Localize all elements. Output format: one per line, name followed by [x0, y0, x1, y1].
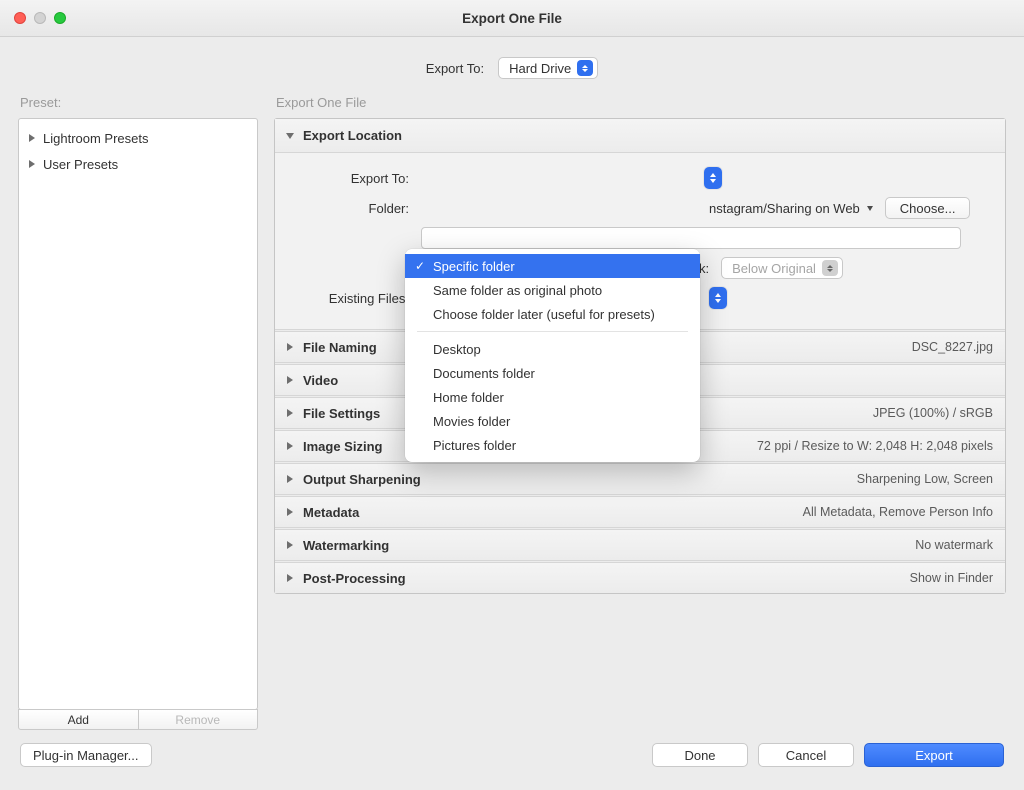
section-post-processing[interactable]: Post-Processing Show in Finder — [275, 560, 1005, 593]
dropdown-separator — [417, 331, 688, 332]
section-title: File Naming — [303, 340, 377, 355]
chevron-right-icon — [287, 409, 293, 417]
zoom-window-icon[interactable] — [54, 12, 66, 24]
section-summary: 72 ppi / Resize to W: 2,048 H: 2,048 pix… — [757, 439, 993, 453]
preset-group-label: Lightroom Presets — [43, 131, 149, 146]
dialog-footer: Plug-in Manager... Done Cancel Export — [0, 730, 1024, 790]
chevron-right-icon — [287, 442, 293, 450]
section-export-location-header[interactable]: Export Location — [275, 119, 1005, 152]
section-summary: No watermark — [915, 538, 993, 552]
section-watermarking[interactable]: Watermarking No watermark — [275, 527, 1005, 560]
section-title: Image Sizing — [303, 439, 382, 454]
preset-group-label: User Presets — [43, 157, 118, 172]
done-button[interactable]: Done — [652, 743, 748, 767]
dropdown-item-same-folder[interactable]: Same folder as original photo — [405, 278, 700, 302]
export-dialog: Export One File Export To: Hard Drive Pr… — [0, 0, 1024, 790]
dropdown-item-home[interactable]: Home folder — [405, 385, 700, 409]
chevron-right-icon — [287, 574, 293, 582]
dropdown-item-documents[interactable]: Documents folder — [405, 361, 700, 385]
export-to-dropdown-menu[interactable]: Specific folder Same folder as original … — [405, 249, 700, 462]
chevron-right-icon — [29, 134, 35, 142]
chevron-right-icon — [287, 376, 293, 384]
dropdown-item-specific-folder[interactable]: Specific folder — [405, 254, 700, 278]
folder-path-display[interactable]: nstagram/Sharing on Web — [709, 201, 873, 216]
preset-buttons: Add Remove — [18, 709, 258, 730]
stack-position-value: Below Original — [732, 261, 816, 276]
section-title: Watermarking — [303, 538, 389, 553]
plugin-manager-button[interactable]: Plug-in Manager... — [20, 743, 152, 767]
close-window-icon[interactable] — [14, 12, 26, 24]
preset-group-lightroom[interactable]: Lightroom Presets — [23, 125, 253, 151]
section-metadata[interactable]: Metadata All Metadata, Remove Person Inf… — [275, 494, 1005, 527]
window-traffic-lights — [14, 12, 66, 24]
export-to-field-stepper-icon[interactable] — [704, 167, 722, 189]
choose-folder-button[interactable]: Choose... — [885, 197, 971, 219]
section-summary: Sharpening Low, Screen — [857, 472, 993, 486]
dropdown-item-pictures[interactable]: Pictures folder — [405, 433, 700, 457]
export-to-field-label: Export To: — [289, 171, 419, 186]
export-button[interactable]: Export — [864, 743, 1004, 767]
section-summary: DSC_8227.jpg — [912, 340, 993, 354]
chevron-right-icon — [287, 508, 293, 516]
chevron-right-icon — [287, 541, 293, 549]
export-settings-label: Export One File — [276, 95, 1006, 110]
section-title: Export Location — [303, 128, 402, 143]
dropdown-item-desktop[interactable]: Desktop — [405, 337, 700, 361]
chevron-right-icon — [287, 343, 293, 351]
export-to-value: Hard Drive — [509, 61, 571, 76]
subfolder-input[interactable] — [421, 227, 961, 249]
select-stepper-icon — [822, 260, 838, 276]
section-summary: Show in Finder — [910, 571, 993, 585]
window-title: Export One File — [0, 11, 1024, 26]
dropdown-item-choose-later[interactable]: Choose folder later (useful for presets) — [405, 302, 700, 326]
preset-list[interactable]: Lightroom Presets User Presets — [18, 118, 258, 710]
remove-preset-button: Remove — [139, 709, 259, 730]
export-to-select[interactable]: Hard Drive — [498, 57, 598, 79]
preset-column: Preset: Lightroom Presets User Presets A… — [18, 89, 258, 730]
add-preset-button[interactable]: Add — [18, 709, 139, 730]
section-title: File Settings — [303, 406, 380, 421]
stack-position-select[interactable]: Below Original — [721, 257, 843, 279]
preset-group-user[interactable]: User Presets — [23, 151, 253, 177]
chevron-down-icon — [286, 133, 294, 139]
section-output-sharpening[interactable]: Output Sharpening Sharpening Low, Screen — [275, 461, 1005, 494]
section-title: Post-Processing — [303, 571, 406, 586]
dropdown-item-movies[interactable]: Movies folder — [405, 409, 700, 433]
stack-position-label: k: — [699, 261, 709, 276]
section-title: Output Sharpening — [303, 472, 421, 487]
section-title: Metadata — [303, 505, 359, 520]
chevron-right-icon — [29, 160, 35, 168]
chevron-right-icon — [287, 475, 293, 483]
export-to-row: Export To: Hard Drive — [0, 47, 1024, 89]
folder-field-label: Folder: — [289, 201, 419, 216]
titlebar: Export One File — [0, 0, 1024, 37]
export-to-label: Export To: — [426, 61, 484, 76]
cancel-button[interactable]: Cancel — [758, 743, 854, 767]
section-summary: JPEG (100%) / sRGB — [873, 406, 993, 420]
minimize-window-icon[interactable] — [34, 12, 46, 24]
section-summary: All Metadata, Remove Person Info — [803, 505, 993, 519]
section-title: Video — [303, 373, 338, 388]
existing-files-label: Existing Files: — [289, 291, 419, 306]
existing-files-stepper-icon[interactable] — [709, 287, 727, 309]
select-stepper-icon — [577, 60, 593, 76]
folder-path-tail: nstagram/Sharing on Web — [709, 201, 860, 216]
preset-label: Preset: — [20, 95, 258, 110]
